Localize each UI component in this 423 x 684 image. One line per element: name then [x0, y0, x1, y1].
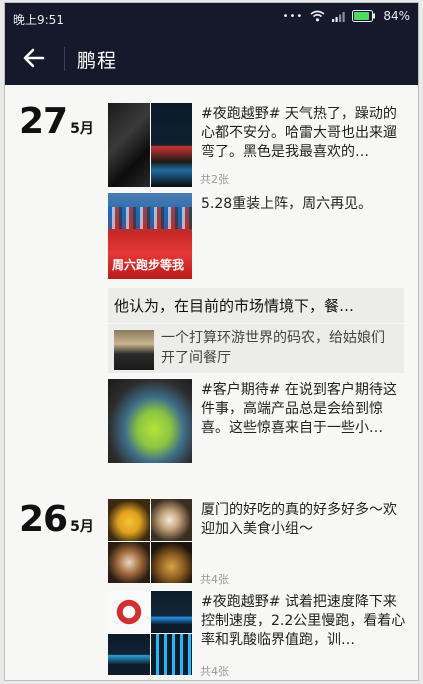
- timeline-post[interactable]: 厦门的好吃的真的好多好多～欢迎加入美食小组～ 共4张: [108, 499, 404, 587]
- poster-caption: 周六跑步等我: [112, 258, 185, 272]
- timeline[interactable]: 27 5月 #夜跑越野# 天气热了，躁动的心都不安分。哈雷大哥也出来遛弯了。黑色是…: [5, 85, 418, 680]
- timeline-post[interactable]: #夜跑越野# 试着把速度降下来控制速度，2.2公里慢跑，看着心率和乳酸临界值跑，…: [108, 591, 406, 679]
- page-title: 鹏程: [77, 50, 118, 72]
- post-thumbnail[interactable]: [108, 379, 192, 463]
- post-text: 5.28重装上阵，周六再见。: [201, 196, 373, 212]
- shared-post[interactable]: 他认为，在目前的市场情境下，餐… 一个打算环游世界的码农，给姑娘们开了间餐厅: [108, 288, 404, 373]
- back-arrow-icon[interactable]: [21, 45, 47, 71]
- battery-percent: 84%: [383, 9, 410, 23]
- post-text: 厦门的好吃的真的好多好多～欢迎加入美食小组～: [201, 502, 397, 537]
- post-text: #夜跑越野# 试着把速度降下来控制速度，2.2公里慢跑，看着心率和乳酸临界值跑，…: [201, 594, 406, 648]
- signal-dots-icon: •••: [282, 10, 304, 22]
- status-time: 晚上9:51: [13, 13, 64, 27]
- image-count: 共4张: [200, 573, 229, 586]
- post-thumbnail[interactable]: [108, 591, 192, 675]
- date-label: 27 5月: [19, 101, 94, 142]
- timeline-post[interactable]: #客户期待# 在说到客户期待这件事，高端产品总是会给到惊喜。这些惊喜来自于一些小…: [108, 379, 404, 463]
- timeline-post[interactable]: #夜跑越野# 天气热了，躁动的心都不安分。哈雷大哥也出来遛弯了。黑色是我最喜欢的…: [108, 103, 404, 187]
- post-thumbnail[interactable]: [108, 499, 192, 583]
- timeline-post[interactable]: 周六跑步等我 5.28重装上阵，周六再见。: [108, 193, 404, 279]
- post-thumbnail[interactable]: [108, 103, 192, 187]
- post-text: #夜跑越野# 天气热了，躁动的心都不安分。哈雷大哥也出来遛弯了。黑色是我最喜欢的…: [201, 106, 397, 160]
- cellular-signal-icon: [332, 11, 346, 22]
- shared-article-thumbnail: [114, 330, 154, 370]
- battery-icon: [352, 10, 376, 22]
- phone-screen: 晚上9:51 ••• 84% 鹏程 27 5月 #夜跑越野# 天气热了，躁动的心…: [4, 2, 419, 681]
- image-count: 共4张: [200, 665, 229, 678]
- post-thumbnail[interactable]: 周六跑步等我: [108, 193, 192, 279]
- date-label: 26 5月: [19, 499, 94, 540]
- shared-article-title: 一个打算环游世界的码农，给姑娘们开了间餐厅: [161, 330, 385, 366]
- wifi-icon: [310, 10, 325, 22]
- share-comment: 他认为，在目前的市场情境下，餐…: [114, 297, 355, 315]
- nav-divider: [64, 47, 65, 71]
- post-text: #客户期待# 在说到客户期待这件事，高端产品总是会给到惊喜。这些惊喜来自于一些小…: [201, 382, 397, 436]
- status-bar: 晚上9:51 ••• 84%: [5, 3, 418, 33]
- nav-bar: 鹏程: [5, 33, 418, 85]
- image-count: 共2张: [200, 173, 229, 186]
